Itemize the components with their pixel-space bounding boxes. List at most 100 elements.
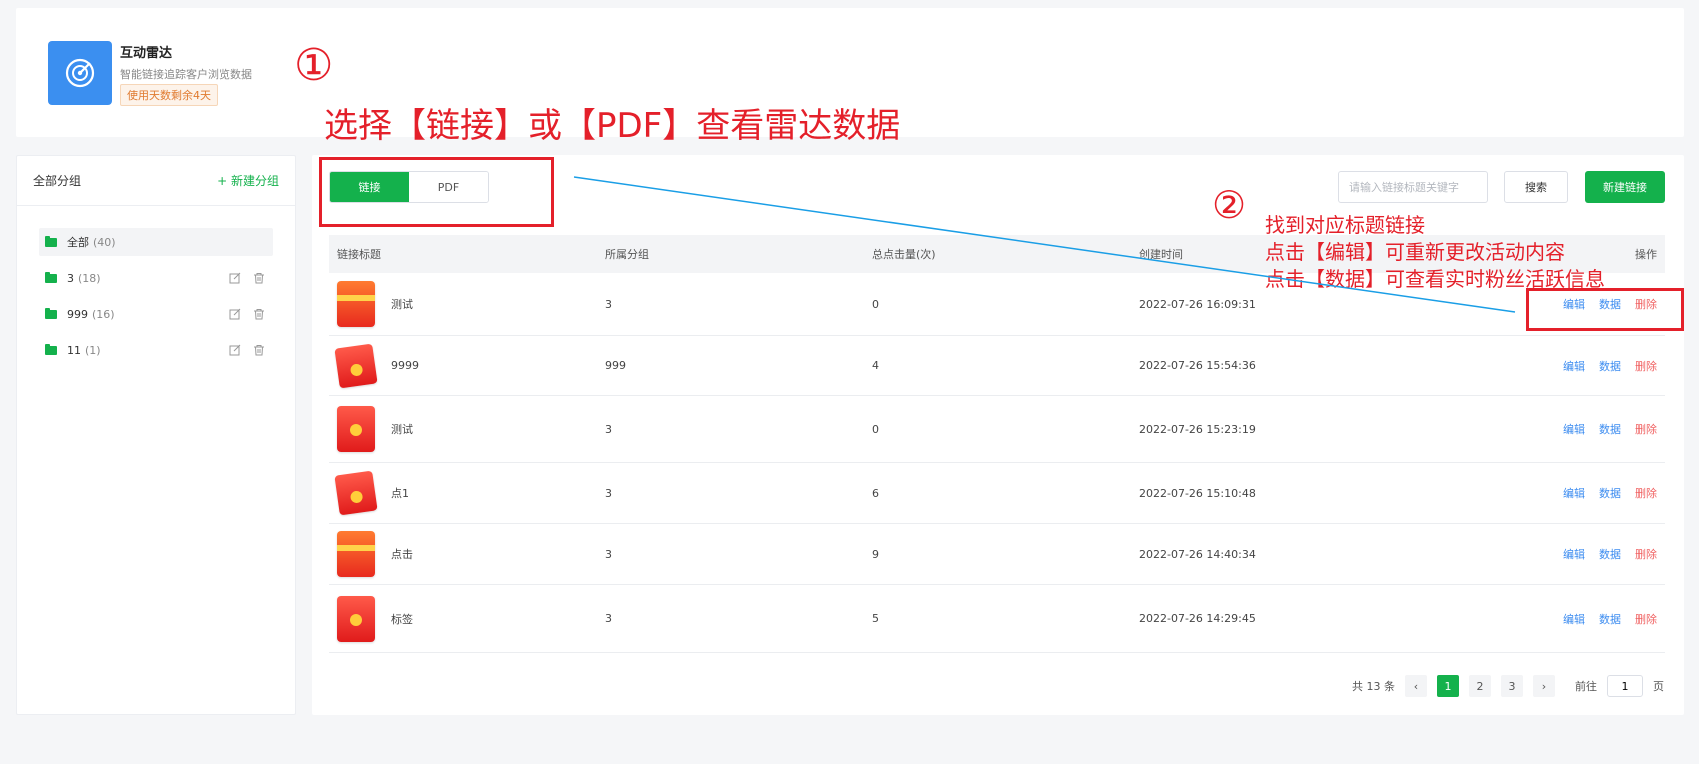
- link-created: 2022-07-26 15:23:19: [1139, 422, 1256, 436]
- table-row: 标签 3 5 2022-07-26 14:29:45 编辑 数据 删除: [329, 585, 1665, 653]
- step1-instruction: 选择【链接】或【PDF】查看雷达数据: [324, 106, 901, 146]
- link-table: 链接标题 所属分组 总点击量(次) 创建时间 操作 测试 3 0 2022-07…: [329, 235, 1665, 653]
- edit-link[interactable]: 编辑: [1563, 611, 1585, 627]
- sidebar-header: 全部分组 + 新建分组: [17, 156, 295, 206]
- prev-page-button[interactable]: ‹: [1405, 675, 1427, 697]
- link-clicks: 4: [872, 359, 879, 372]
- goto-prefix: 前往: [1575, 680, 1597, 693]
- trash-icon[interactable]: [251, 270, 267, 286]
- total-count: 共 13 条: [1352, 680, 1395, 693]
- trash-icon[interactable]: [251, 306, 267, 322]
- data-link[interactable]: 数据: [1599, 358, 1621, 374]
- link-created: 2022-07-26 15:10:48: [1139, 486, 1256, 500]
- new-group-button[interactable]: + 新建分组: [217, 172, 279, 189]
- page-3[interactable]: 3: [1501, 675, 1523, 697]
- search-input[interactable]: [1338, 171, 1488, 203]
- table-row: 点击 3 9 2022-07-26 14:40:34 编辑 数据 删除: [329, 524, 1665, 585]
- group-name: 3: [67, 271, 74, 285]
- delete-link[interactable]: 删除: [1635, 358, 1657, 374]
- link-clicks: 0: [872, 422, 879, 436]
- delete-link[interactable]: 删除: [1635, 421, 1657, 437]
- link-title: 点击: [391, 548, 413, 561]
- link-created: 2022-07-26 14:29:45: [1139, 612, 1256, 625]
- group-item-all[interactable]: 全部 (40): [39, 228, 273, 256]
- link-clicks: 9: [872, 547, 879, 561]
- pagination: 共 13 条 ‹ 1 2 3 › 前往 页: [1352, 675, 1664, 697]
- red-envelope-thumbnail: [337, 406, 375, 452]
- group-actions: [227, 342, 267, 358]
- delete-link[interactable]: 删除: [1635, 546, 1657, 562]
- folder-icon: [45, 235, 57, 247]
- group-item-999[interactable]: 999 (16): [39, 300, 273, 328]
- red-envelope-thumbnail: [334, 343, 378, 388]
- link-created: 2022-07-26 15:54:36: [1139, 359, 1256, 372]
- trash-icon[interactable]: [251, 342, 267, 358]
- data-link[interactable]: 数据: [1599, 611, 1621, 627]
- group-item-11[interactable]: 11 (1): [39, 336, 273, 364]
- page-1[interactable]: 1: [1437, 675, 1459, 697]
- data-link[interactable]: 数据: [1599, 546, 1621, 562]
- page-2[interactable]: 2: [1469, 675, 1491, 697]
- red-envelope-thumbnail: [334, 470, 378, 516]
- data-link[interactable]: 数据: [1599, 421, 1621, 437]
- link-group: 3: [605, 422, 612, 436]
- tabs-annotation-box: [319, 157, 554, 227]
- table-row: 测试 3 0 2022-07-26 15:23:19 编辑 数据 删除: [329, 396, 1665, 463]
- sidebar-title: 全部分组: [33, 174, 82, 188]
- group-item-3[interactable]: 3 (18): [39, 264, 273, 292]
- edit-link[interactable]: 编辑: [1563, 421, 1585, 437]
- folder-icon: [45, 307, 57, 319]
- group-sidebar: 全部分组 + 新建分组 全部 (40) 3 (18) 999 (16) 11 (…: [16, 155, 296, 715]
- link-created: 2022-07-26 16:09:31: [1139, 297, 1256, 311]
- edit-icon[interactable]: [227, 270, 243, 286]
- link-created: 2022-07-26 14:40:34: [1139, 547, 1256, 561]
- link-clicks: 6: [872, 486, 879, 500]
- search-button[interactable]: 搜索: [1504, 171, 1568, 203]
- goto-suffix: 页: [1653, 680, 1664, 693]
- link-title: 9999: [391, 359, 419, 372]
- data-link[interactable]: 数据: [1599, 485, 1621, 501]
- link-group: 999: [605, 359, 626, 372]
- gift-box-thumbnail: [337, 281, 375, 327]
- link-clicks: 0: [872, 297, 879, 311]
- link-clicks: 5: [872, 612, 879, 625]
- folder-icon: [45, 343, 57, 355]
- link-group: 3: [605, 547, 612, 561]
- delete-link[interactable]: 删除: [1635, 611, 1657, 627]
- edit-link[interactable]: 编辑: [1563, 485, 1585, 501]
- step2-line1: 找到对应标题链接: [1265, 213, 1425, 237]
- app-title: 互动雷达: [120, 46, 173, 61]
- link-title: 测试: [391, 423, 413, 436]
- folder-icon: [45, 271, 57, 283]
- goto-page-input[interactable]: [1607, 675, 1643, 697]
- edit-icon[interactable]: [227, 306, 243, 322]
- table-row: 9999 999 4 2022-07-26 15:54:36 编辑 数据 删除: [329, 336, 1665, 396]
- group-count: (1): [85, 343, 101, 357]
- group-name: 11: [67, 343, 81, 357]
- delete-link[interactable]: 删除: [1635, 485, 1657, 501]
- edit-link[interactable]: 编辑: [1563, 358, 1585, 374]
- step2-line2: 点击【编辑】可重新更改活动内容: [1265, 240, 1565, 264]
- radar-logo-icon: [48, 41, 112, 105]
- group-actions: [227, 306, 267, 322]
- group-count: (16): [92, 307, 115, 321]
- group-count: (18): [78, 271, 101, 285]
- group-count: (40): [93, 235, 116, 249]
- actions-annotation-box: [1526, 288, 1684, 331]
- link-title: 点1: [391, 487, 409, 500]
- link-title: 测试: [391, 298, 413, 311]
- group-name: 999: [67, 307, 88, 321]
- new-link-button[interactable]: 新建链接: [1585, 171, 1665, 203]
- step1-number: ①: [294, 40, 334, 91]
- remaining-days-badge: 使用天数剩余4天: [120, 84, 218, 106]
- col-title: 链接标题: [337, 248, 381, 261]
- red-envelope-thumbnail: [337, 595, 375, 642]
- table-row: 点1 3 6 2022-07-26 15:10:48 编辑 数据 删除: [329, 463, 1665, 524]
- group-name: 全部: [67, 236, 89, 249]
- app-description: 智能链接追踪客户浏览数据: [120, 68, 252, 81]
- col-group: 所属分组: [605, 248, 649, 261]
- edit-icon[interactable]: [227, 342, 243, 358]
- edit-link[interactable]: 编辑: [1563, 546, 1585, 562]
- gift-box-thumbnail: [337, 531, 375, 577]
- next-page-button[interactable]: ›: [1533, 675, 1555, 697]
